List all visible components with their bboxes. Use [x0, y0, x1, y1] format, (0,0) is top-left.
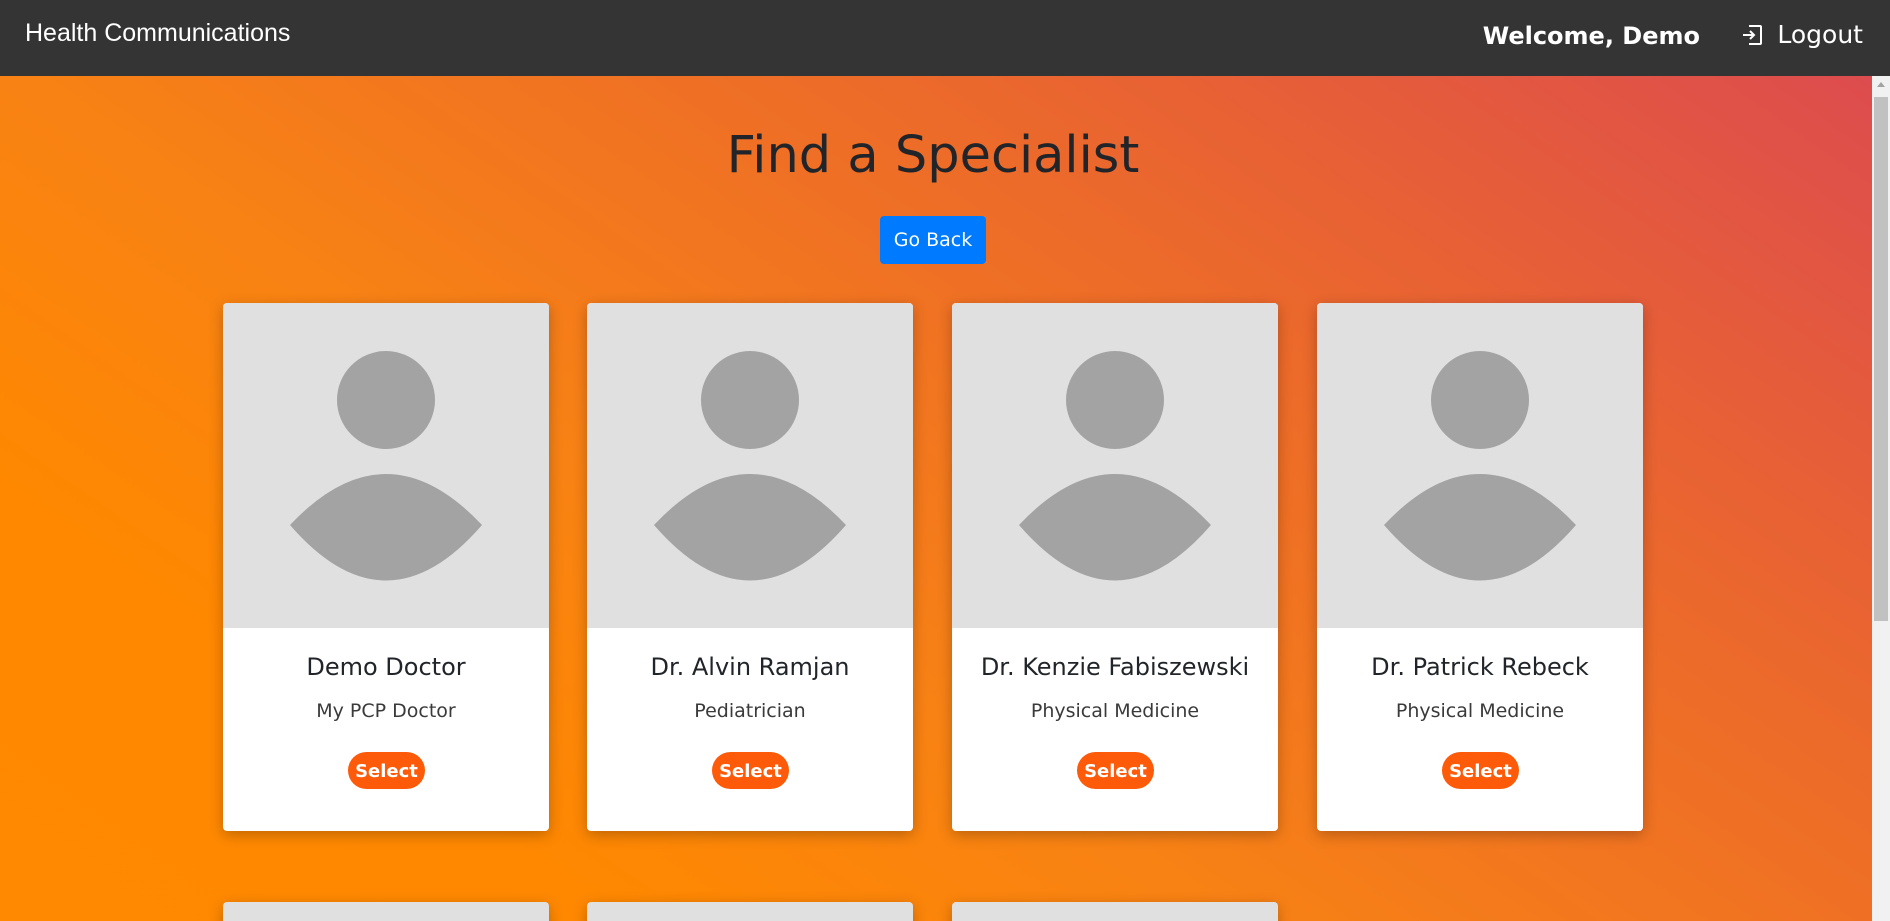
select-button[interactable]: Select	[1077, 752, 1154, 789]
doctor-card: Dr. Patrick Rebeck Physical Medicine Sel…	[1317, 303, 1643, 831]
select-button[interactable]: Select	[348, 752, 425, 789]
go-back-button[interactable]: Go Back	[880, 216, 986, 264]
doctor-specialty: My PCP Doctor	[316, 700, 456, 722]
select-button[interactable]: Select	[712, 752, 789, 789]
scrollbar-thumb[interactable]	[1874, 97, 1888, 621]
doctor-card: Dr. Kenzie Fabiszewski Physical Medicine…	[952, 303, 1278, 831]
avatar-placeholder-icon	[1019, 351, 1211, 581]
select-button[interactable]: Select	[1442, 752, 1519, 789]
vertical-scrollbar[interactable]	[1872, 76, 1890, 921]
avatar-placeholder-icon	[654, 351, 846, 581]
doctor-specialty: Physical Medicine	[1030, 700, 1200, 722]
doctor-specialty: Physical Medicine	[1395, 700, 1565, 722]
doctor-avatar	[223, 303, 549, 628]
logout-icon	[1741, 24, 1763, 46]
doctor-name: Dr. Patrick Rebeck	[1371, 653, 1589, 681]
doctor-name: Dr. Kenzie Fabiszewski	[980, 653, 1250, 681]
logout-button[interactable]: Logout	[1741, 20, 1863, 49]
top-navbar: Health Communications Welcome, Demo Logo…	[0, 0, 1890, 76]
scroll-up-arrow-icon[interactable]	[1877, 82, 1885, 87]
avatar-placeholder-icon	[1384, 351, 1576, 581]
doctor-name: Dr. Alvin Ramjan	[650, 653, 850, 681]
main-content: Find a Specialist Go Back Demo Doctor My…	[0, 76, 1872, 921]
brand-link[interactable]: Health Communications	[25, 19, 290, 48]
doctor-avatar	[587, 303, 913, 628]
doctor-card: Demo Doctor My PCP Doctor Select	[223, 303, 549, 831]
doctor-card: Dr. Alvin Ramjan Pediatrician Select	[587, 303, 913, 831]
page-title: Find a Specialist	[726, 126, 1140, 185]
doctor-card-partial	[223, 902, 549, 921]
welcome-text: Welcome, Demo	[1482, 22, 1700, 50]
doctor-avatar	[952, 303, 1278, 628]
doctor-avatar	[1317, 303, 1643, 628]
doctor-specialty: Pediatrician	[694, 700, 806, 722]
logout-label: Logout	[1777, 20, 1863, 49]
avatar-placeholder-icon	[290, 351, 482, 581]
doctor-card-partial	[587, 902, 913, 921]
doctor-name: Demo Doctor	[306, 653, 466, 681]
doctor-card-partial	[952, 902, 1278, 921]
